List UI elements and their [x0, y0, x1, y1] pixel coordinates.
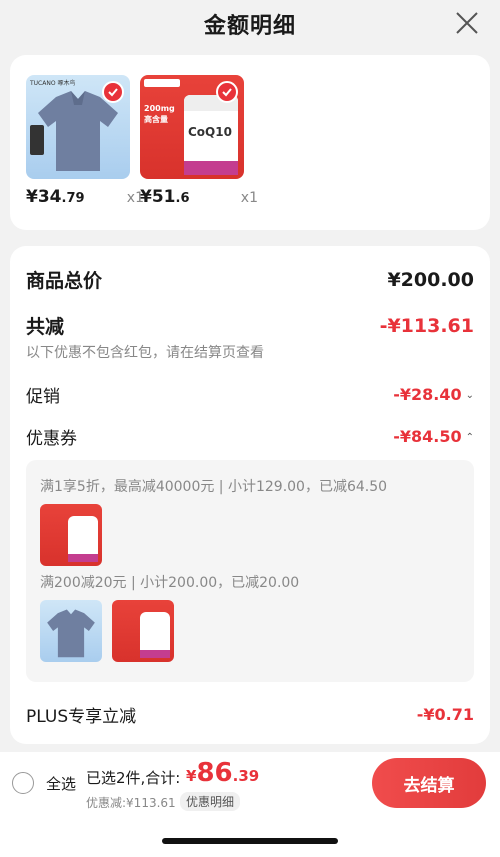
close-icon[interactable] [454, 10, 480, 36]
coupon-label: 优惠券 [26, 429, 77, 449]
promo-row[interactable]: 促销 -¥28.40 ⌄ [26, 382, 474, 407]
product-item[interactable]: 200mg 高含量 CoQ10 ¥51.6 x1 [140, 75, 258, 207]
sheet-title: 金额明细 [203, 14, 296, 39]
coupon-row[interactable]: 优惠券 -¥84.50 ⌃ [26, 424, 474, 449]
total-value: ¥200.00 [387, 268, 474, 291]
plus-row: PLUS专享立减 -¥0.71 [26, 702, 474, 727]
chevron-up-icon[interactable]: ⌃ [466, 432, 474, 443]
products-card: TUCANO 啄木鸟 ¥34.79 x1 200mg 高含量 CoQ10 ¥51… [10, 55, 490, 230]
product-qty: x1 [240, 190, 258, 206]
selected-count: 已选2件,合计: [86, 769, 181, 787]
select-all-label[interactable]: 全选 [46, 773, 76, 794]
bottle-label: CoQ10 [188, 125, 232, 139]
promo-value: -¥28.40 [393, 385, 462, 404]
store-tag [144, 79, 180, 87]
brand-logo: TUCANO 啄木鸟 [30, 80, 76, 87]
promo-value-wrap: -¥28.40 ⌄ [393, 385, 474, 404]
total-row: 商品总价 ¥200.00 [26, 266, 474, 293]
reduce-label: 共减 [26, 316, 65, 338]
selected-check-icon[interactable] [216, 81, 238, 103]
product-item[interactable]: TUCANO 啄木鸟 ¥34.79 x1 [26, 75, 144, 207]
sheet-header: 金额明细 [0, 0, 500, 48]
coupon-product-shirt-thumb [40, 600, 102, 662]
total-price: ¥86.39 [186, 758, 260, 788]
reduce-row: 共减 -¥113.61 [26, 312, 474, 339]
product-price-row: ¥34.79 x1 [26, 187, 144, 207]
discount-detail-tag[interactable]: 优惠明细 [180, 792, 241, 811]
product-image-shirt[interactable]: TUCANO 啄木鸟 [26, 75, 130, 179]
product-price: ¥34.79 [26, 187, 85, 207]
home-indicator[interactable] [162, 838, 338, 844]
product-image-coq10[interactable]: 200mg 高含量 CoQ10 [140, 75, 244, 179]
bottom-bar: 全选 已选2件,合计: ¥86.39 优惠减:¥113.61 优惠明细 去结算 [0, 752, 500, 814]
reduce-note: 以下优惠不包含红包，请在结算页查看 [26, 345, 264, 361]
coupon-rule: 满1享5折，最高减40000元 | 小计129.00，已减64.50 [40, 479, 388, 495]
bottle-illustration: CoQ10 [184, 95, 238, 175]
coupon-value-wrap: -¥84.50 ⌃ [393, 427, 474, 446]
product-price: ¥51.6 [140, 187, 190, 207]
reduce-value: -¥113.61 [379, 314, 474, 337]
discount-line: 优惠减:¥113.61 [86, 796, 176, 810]
product-badge-text: 200mg 高含量 [144, 104, 175, 124]
coupon-rule: 满200减20元 | 小计200.00，已减20.00 [40, 575, 300, 591]
home-indicator-area [0, 814, 500, 857]
checkout-button[interactable]: 去结算 [372, 758, 486, 808]
chevron-down-icon[interactable]: ⌄ [466, 390, 474, 401]
promo-label: 促销 [26, 387, 60, 407]
coupon-product-coq10-thumb [112, 600, 174, 662]
total-label: 商品总价 [26, 270, 103, 292]
coupon-detail-box: 满1享5折，最高减40000元 | 小计129.00，已减64.50 满200减… [26, 460, 474, 682]
plus-label: PLUS专享立减 [26, 707, 137, 727]
plus-value: -¥0.71 [416, 705, 474, 724]
selected-check-icon[interactable] [102, 81, 124, 103]
coupon-product-coq10-thumb [40, 504, 102, 566]
select-all-radio[interactable] [12, 772, 34, 794]
coupon-value: -¥84.50 [393, 427, 462, 446]
summary-card: 商品总价 ¥200.00 共减 -¥113.61 以下优惠不包含红包，请在结算页… [10, 246, 490, 744]
reduce-note-row: 以下优惠不包含红包，请在结算页查看 [26, 342, 474, 362]
product-price-row: ¥51.6 x1 [140, 187, 258, 207]
